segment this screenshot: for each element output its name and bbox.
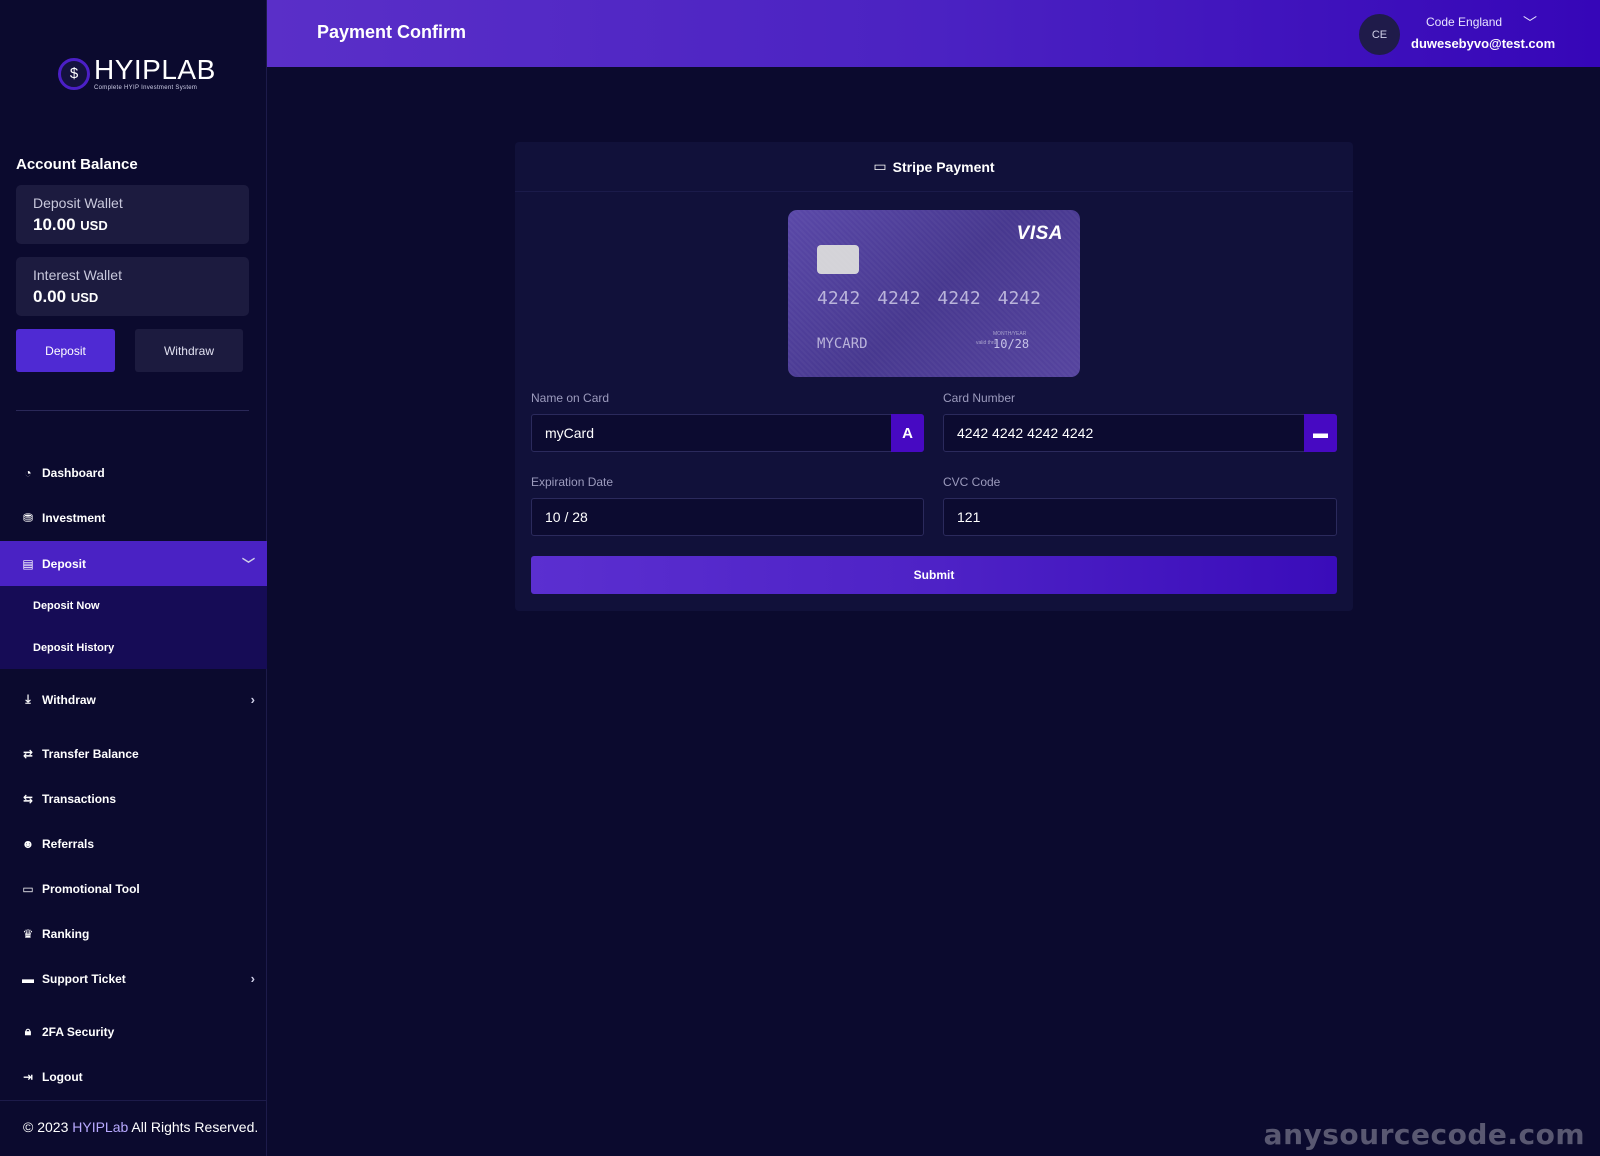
hand-money-icon: ⤓ — [25, 692, 31, 706]
wallet-name: Deposit Wallet — [33, 195, 123, 211]
ad-icon: ▭ — [22, 881, 34, 896]
sidebar-item-label: Transactions — [42, 791, 117, 806]
account-balance-title: Account Balance — [16, 156, 138, 173]
submit-button[interactable]: Submit — [531, 556, 1337, 594]
withdraw-button[interactable]: Withdraw — [135, 329, 243, 372]
page-title: Payment Confirm — [317, 22, 467, 42]
footer-prefix: © 2023 — [23, 1119, 73, 1135]
crown-icon: ♛ — [22, 926, 34, 941]
logo-tagline: Complete HYIP Investment System — [94, 85, 198, 91]
cvc-code-input[interactable] — [944, 509, 1336, 525]
name-on-card-input[interactable] — [532, 425, 891, 441]
sidebar-item-label: Deposit — [42, 556, 87, 571]
sidebar-item-label: 2FA Security — [42, 1024, 115, 1039]
sidebar-item-label: Ranking — [42, 926, 90, 941]
wallet-amount: 10.00 — [33, 215, 76, 234]
visa-logo: VISA — [1016, 223, 1063, 244]
wallet-icon: ▤ — [22, 556, 34, 571]
user-email: duwesebyvo@test.com — [1411, 36, 1556, 51]
expiration-date-field — [531, 498, 924, 536]
name-on-card-label: Name on Card — [531, 391, 610, 405]
logo[interactable]: $ HYIPLAB Complete HYIP Investment Syste… — [58, 56, 216, 91]
invest-icon: ⛃ — [22, 510, 34, 525]
cvc-code-field — [943, 498, 1337, 536]
logo-name-part2: LAB — [161, 54, 216, 85]
name-on-card-field: A — [531, 414, 924, 452]
watermark: anysourcecode.com — [1263, 1118, 1585, 1151]
logo-name-part1: HYIP — [94, 54, 162, 85]
sidebar-item-ranking[interactable]: ♛ Ranking — [0, 911, 267, 956]
sidebar-item-deposit[interactable]: ▤ Deposit ﹀ — [0, 541, 267, 586]
money-bag-icon: $ — [58, 57, 90, 90]
sidebar: $ HYIPLAB Complete HYIP Investment Syste… — [0, 0, 267, 1156]
chevron-right-icon: › — [250, 692, 255, 707]
expiration-date-input[interactable] — [532, 509, 923, 525]
sidebar-item-transfer-balance[interactable]: ⇄ Transfer Balance — [0, 731, 267, 776]
card-preview-name: MYCARD — [817, 336, 868, 352]
sidebar-item-promotional-tool[interactable]: ▭ Promotional Tool — [0, 866, 267, 911]
top-header: Payment Confirm CE Code England ﹀ duwese… — [267, 0, 1600, 67]
sidebar-item-referrals[interactable]: ☻ Referrals — [0, 821, 267, 866]
sidebar-item-label: Support Ticket — [42, 971, 126, 986]
chevron-down-icon[interactable]: ﹀ — [1523, 13, 1537, 33]
avatar[interactable]: CE — [1359, 14, 1400, 55]
sidebar-item-label: Transfer Balance — [42, 746, 139, 761]
card-title: Stripe Payment — [892, 158, 995, 175]
handshake-icon: ⇄ — [22, 746, 34, 761]
cvc-code-label: CVC Code — [943, 475, 1001, 489]
card-number-field: ▬ — [943, 414, 1337, 452]
card-preview-valid-label: valid thru — [976, 340, 997, 346]
sidebar-item-2fa-security[interactable]: 🔒︎ 2FA Security — [0, 1009, 267, 1054]
sidebar-subitem-deposit-history[interactable]: Deposit History — [33, 642, 114, 654]
chevron-down-icon: ﹀ — [241, 557, 255, 572]
sidebar-item-dashboard[interactable]: ◔ Dashboard — [0, 450, 267, 495]
card-preview-expiry: 10/28 — [993, 337, 1030, 351]
footer-brand-link[interactable]: HYIPLab — [72, 1119, 128, 1135]
deposit-submenu: Deposit Now Deposit History — [0, 586, 267, 669]
stripe-payment-card: ▭ Stripe Payment VISA 4242 4242 4242 424… — [515, 142, 1353, 611]
gauge-icon: ◔ — [24, 465, 32, 480]
wallet-name: Interest Wallet — [33, 267, 122, 283]
sidebar-item-label: Investment — [42, 510, 106, 525]
card-header: ▭ Stripe Payment — [515, 142, 1353, 192]
footer-suffix: All Rights Reserved. — [128, 1119, 259, 1135]
ticket-icon: ▬ — [22, 971, 34, 986]
credit-card-icon: ▬ — [1304, 414, 1337, 452]
card-preview-expiry-label: MONTH/YEAR — [993, 331, 1027, 337]
exchange-icon: ⇆ — [22, 791, 34, 806]
sidebar-item-label: Logout — [42, 1069, 83, 1084]
sidebar-item-label: Dashboard — [42, 465, 105, 480]
font-icon: A — [891, 414, 924, 452]
sidebar-item-label: Withdraw — [42, 692, 96, 707]
sidebar-item-support-ticket[interactable]: ▬ Support Ticket › — [0, 956, 267, 1001]
card-number-input[interactable] — [944, 425, 1304, 441]
wallet-icon: ▭ — [873, 158, 887, 174]
sidebar-item-label: Referrals — [42, 836, 95, 851]
wallet-currency: USD — [70, 290, 99, 305]
sidebar-item-transactions[interactable]: ⇆ Transactions — [0, 776, 267, 821]
sidebar-item-withdraw[interactable]: ⤓ Withdraw › — [0, 677, 267, 722]
logout-icon: ⇥ — [22, 1069, 34, 1084]
sidebar-item-logout[interactable]: ⇥ Logout — [0, 1054, 267, 1099]
chevron-right-icon: › — [250, 971, 255, 986]
sidebar-subitem-deposit-now[interactable]: Deposit Now — [33, 600, 100, 612]
lock-icon: 🔒︎ — [24, 1024, 32, 1038]
card-chip-icon — [817, 245, 859, 274]
deposit-wallet-card: Deposit Wallet 10.00 USD — [16, 185, 249, 244]
sidebar-item-label: Promotional Tool — [42, 881, 140, 896]
users-icon: ☻ — [21, 836, 35, 851]
expiration-date-label: Expiration Date — [531, 475, 614, 489]
footer-copyright: © 2023 HYIPLab All Rights Reserved. — [0, 1100, 267, 1156]
wallet-currency: USD — [80, 218, 108, 233]
sidebar-item-investment[interactable]: ⛃ Investment — [0, 495, 267, 540]
credit-card-preview: VISA 4242 4242 4242 4242 MYCARD MONTH/YE… — [788, 210, 1080, 377]
card-preview-number: 4242 4242 4242 4242 — [817, 288, 1041, 309]
card-number-label: Card Number — [943, 391, 1016, 405]
wallet-amount: 0.00 — [33, 287, 67, 306]
user-name[interactable]: Code England — [1426, 15, 1502, 29]
interest-wallet-card: Interest Wallet 0.00 USD — [16, 257, 249, 316]
deposit-button[interactable]: Deposit — [16, 329, 115, 372]
divider — [16, 410, 249, 411]
